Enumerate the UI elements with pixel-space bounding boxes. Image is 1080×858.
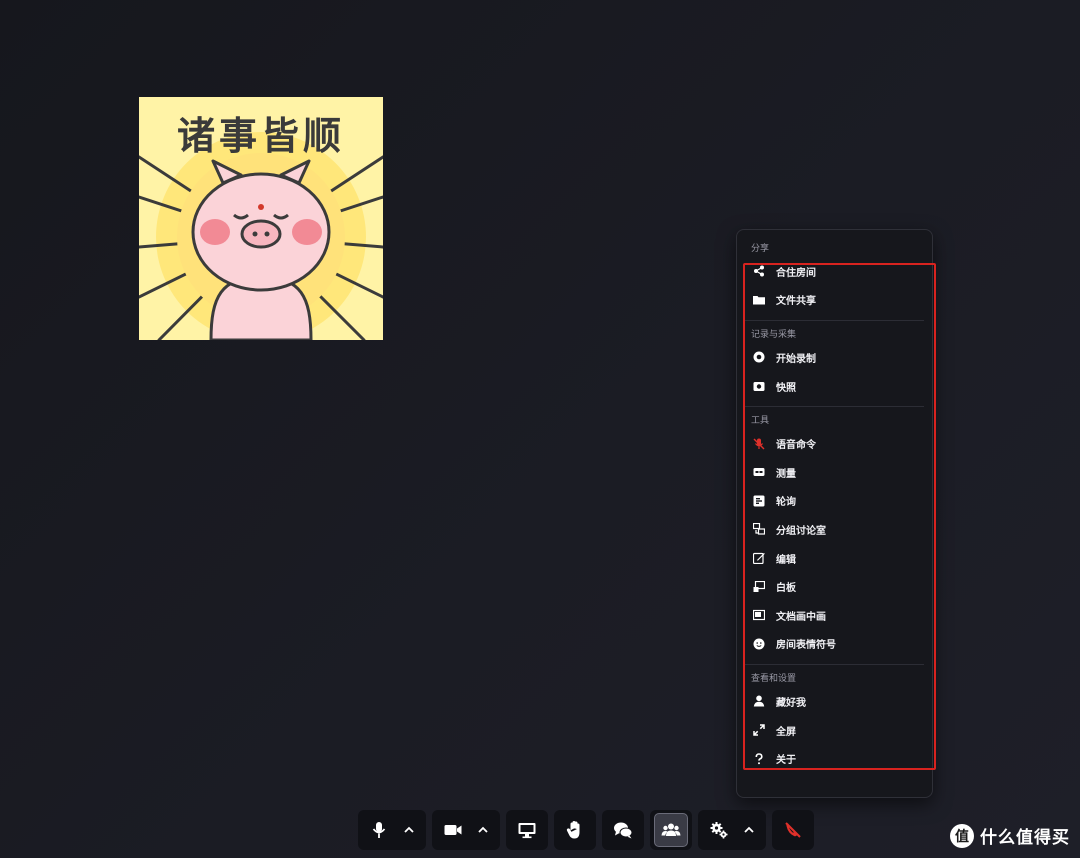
hang-up-button[interactable] — [776, 813, 810, 847]
menu-divider — [745, 664, 924, 666]
participants-icon — [661, 823, 681, 836]
chevron-up-icon — [744, 826, 754, 833]
breakout-icon — [752, 522, 766, 536]
group-title-share: 分享 — [751, 244, 770, 254]
mic-off-icon — [752, 437, 766, 451]
pip-icon — [752, 608, 766, 622]
menu-item-label: 编辑 — [776, 554, 796, 566]
more-options-button[interactable] — [736, 813, 762, 847]
user-icon — [752, 694, 766, 708]
phone-off-icon — [785, 822, 801, 838]
gears-icon — [710, 822, 728, 839]
microphone-icon — [372, 822, 386, 838]
group-title-view-settings: 查看和设置 — [751, 674, 797, 685]
menu-item-label: 快照 — [776, 382, 796, 394]
hand-icon — [566, 820, 580, 839]
menu-item-label: 文件共享 — [776, 296, 816, 308]
menu-item-label: 藏好我 — [776, 697, 806, 709]
sticker-caption: 诸事皆顺 — [176, 114, 345, 158]
expand-icon — [752, 723, 766, 737]
share-icon — [752, 264, 766, 278]
chat-icon — [614, 822, 633, 839]
menu-item-breakout-rooms[interactable]: 分组讨论室 — [737, 515, 932, 544]
toolbar-group-chat — [602, 810, 644, 850]
menu-item-file-share[interactable]: 文件共享 — [737, 286, 932, 315]
camera-button[interactable] — [436, 813, 470, 847]
menu-item-label: 开始录制 — [776, 353, 816, 365]
menu-item-label: 全屏 — [776, 726, 796, 738]
camera-icon — [752, 379, 766, 393]
emoji-icon — [752, 637, 766, 651]
participant-avatar-sticker: 诸事皆顺 — [139, 97, 383, 340]
chat-button[interactable] — [606, 813, 640, 847]
watermark-logo: 值 — [950, 823, 974, 848]
menu-item-poll[interactable]: 轮询 — [737, 487, 932, 516]
whiteboard-icon — [752, 580, 766, 594]
toolbar-group-video — [432, 810, 500, 850]
menu-item-measure[interactable]: 测量 — [737, 458, 932, 487]
menu-item-label: 分组讨论室 — [776, 525, 826, 537]
menu-item-snapshot[interactable]: 快照 — [737, 372, 932, 401]
toolbar-group-screen — [506, 810, 548, 850]
monitor-icon — [518, 823, 536, 839]
menu-item-hide-me[interactable]: 藏好我 — [737, 687, 932, 716]
record-icon — [752, 350, 766, 364]
menu-item-edit[interactable]: 编辑 — [737, 544, 932, 573]
watermark-text: 什么值得买 — [980, 828, 1070, 848]
menu-item-label: 轮询 — [776, 497, 796, 509]
chevron-up-icon — [478, 826, 488, 833]
menu-item-label: 白板 — [776, 583, 796, 595]
toolbar-group-hand — [554, 810, 596, 850]
toolbar-group-settings — [698, 810, 766, 850]
screen-share-button[interactable] — [510, 813, 544, 847]
raise-hand-button[interactable] — [558, 813, 592, 847]
toolbar-group-audio — [358, 810, 426, 850]
menu-item-label: 合住房间 — [776, 267, 816, 279]
menu-item-room-emoji[interactable]: 房间表情符号 — [737, 630, 932, 659]
menu-item-label: 房间表情符号 — [776, 640, 836, 652]
menu-item-voice-command[interactable]: 语音命令 — [737, 429, 932, 458]
watermark: 值 什么值得买 — [950, 823, 1070, 848]
audio-options-button[interactable] — [396, 813, 422, 847]
toolbar-group-participants — [650, 810, 692, 850]
menu-item-share-room[interactable]: 合住房间 — [737, 257, 932, 286]
video-options-button[interactable] — [470, 813, 496, 847]
menu-item-fullscreen[interactable]: 全屏 — [737, 716, 932, 745]
toolbar-group-hangup — [772, 810, 814, 850]
video-camera-icon — [444, 825, 462, 835]
menu-item-start-recording[interactable]: 开始录制 — [737, 343, 932, 372]
menu-item-label: 文档画中画 — [776, 611, 826, 623]
group-title-tools: 工具 — [751, 416, 770, 427]
more-actions-menu: 分享 合住房间 文件共享 记录与采集 开始录制 快照 工具 语音命令 测量 轮询… — [736, 229, 933, 798]
edit-icon — [752, 551, 766, 565]
menu-divider — [745, 406, 924, 408]
menu-item-label: 语音命令 — [776, 440, 816, 452]
meeting-toolbar — [358, 810, 814, 852]
folder-icon — [752, 293, 766, 307]
microphone-button[interactable] — [362, 813, 396, 847]
menu-item-whiteboard[interactable]: 白板 — [737, 572, 932, 601]
question-icon — [752, 752, 766, 766]
menu-item-label: 关于 — [776, 755, 796, 767]
chevron-up-icon — [404, 826, 414, 833]
menu-divider — [745, 320, 924, 322]
poll-icon — [752, 494, 766, 508]
cc-icon — [752, 465, 766, 479]
menu-item-doc-pip[interactable]: 文档画中画 — [737, 601, 932, 630]
menu-item-about[interactable]: 关于 — [737, 744, 932, 773]
menu-item-label: 测量 — [776, 468, 796, 480]
group-title-record: 记录与采集 — [751, 330, 797, 341]
participants-button[interactable] — [654, 813, 688, 847]
settings-button[interactable] — [702, 813, 736, 847]
